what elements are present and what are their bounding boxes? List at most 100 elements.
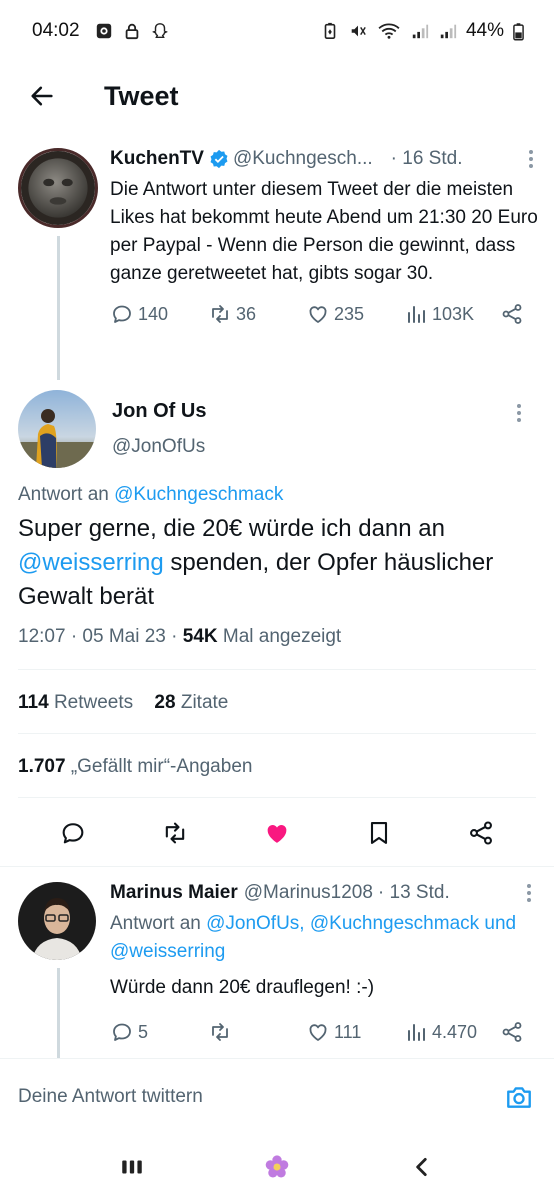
reply-count: 5 — [138, 1021, 149, 1042]
retweet-icon — [212, 305, 228, 323]
app-header: Tweet — [0, 62, 554, 130]
share-icon — [502, 1022, 522, 1042]
avatar[interactable] — [18, 390, 96, 468]
replying-to: Antwort an @JonOfUs, @Kuchngeschmack und… — [110, 910, 538, 966]
replying-to-handle[interactable]: @Kuchngeschmack — [310, 913, 479, 934]
camera-button[interactable] — [502, 1080, 536, 1114]
battery-icon — [512, 21, 524, 41]
signal-2-icon — [438, 21, 458, 41]
recents-icon — [122, 1160, 143, 1174]
system-navigation-bar — [0, 1134, 554, 1200]
mute-icon — [348, 21, 368, 41]
reply-button[interactable]: 5 — [110, 1020, 208, 1044]
like-button[interactable] — [257, 813, 297, 853]
thread-line — [57, 236, 60, 380]
avatar[interactable] — [18, 882, 96, 960]
thread-line — [57, 968, 60, 1058]
replying-to-label: Antwort an — [18, 484, 109, 505]
more-options-icon[interactable] — [510, 404, 528, 422]
reply-icon — [113, 305, 131, 323]
author-handle[interactable]: @Marinus1208 — [244, 882, 373, 904]
likes-label: „Gefällt mir“-Angaben — [70, 756, 253, 777]
replying-to-handle[interactable]: @weisserring — [110, 941, 225, 962]
tweet-time[interactable]: · 13 Std. — [378, 882, 450, 904]
quotes-stat[interactable]: 28 Zitate — [154, 692, 228, 713]
back-nav-button[interactable] — [400, 1145, 444, 1189]
share-button[interactable] — [500, 302, 524, 326]
share-button[interactable] — [461, 813, 501, 853]
battery-percent: 44% — [465, 20, 504, 41]
more-options-icon[interactable] — [520, 884, 538, 902]
flower-home-icon — [265, 1155, 289, 1178]
status-bar: 04:02 44% — [0, 0, 554, 62]
retweet-button[interactable] — [208, 1020, 306, 1044]
retweet-count: 36 — [236, 303, 257, 324]
mention-link[interactable]: @weisserring — [18, 549, 164, 576]
reply-count: 140 — [138, 303, 169, 324]
recents-button[interactable] — [110, 1145, 154, 1189]
heart-filled-icon — [267, 825, 287, 843]
bar-chart-icon — [408, 1024, 425, 1041]
reply-button[interactable] — [53, 813, 93, 853]
more-options-icon[interactable] — [522, 150, 540, 168]
battery-saver-icon — [320, 21, 340, 41]
home-button[interactable] — [255, 1145, 299, 1189]
like-button[interactable]: 111 — [306, 1020, 404, 1044]
retweet-quote-stats: 114 Retweets 28 Zitate — [18, 692, 228, 714]
back-button[interactable] — [20, 74, 64, 118]
arrow-left-icon — [31, 86, 53, 106]
notification-app-icon — [94, 21, 114, 41]
avatar[interactable] — [18, 148, 98, 228]
status-time: 04:02 — [32, 20, 80, 41]
camera-icon — [507, 1086, 531, 1108]
retweet-button[interactable]: 36 — [208, 302, 306, 326]
author-handle[interactable]: @JonOfUs — [112, 436, 205, 458]
retweet-button[interactable] — [155, 813, 195, 853]
tweet-time[interactable]: · 16 Std. — [391, 148, 463, 170]
tweet-text-part1: Super gerne, die 20€ würde ich dann an — [18, 515, 445, 542]
like-count: 111 — [334, 1021, 362, 1042]
views-button[interactable]: 4.470 — [404, 1020, 500, 1044]
divider — [0, 866, 554, 867]
replying-to: Antwort an @Kuchngeschmack — [18, 484, 283, 506]
likes-stat[interactable]: 1.707 „Gefällt mir“-Angaben — [18, 756, 252, 778]
retweet-icon — [212, 1023, 228, 1041]
timestamp-date[interactable]: 12:07 · 05 Mai 23 · — [18, 626, 183, 647]
page-title: Tweet — [104, 80, 179, 111]
heart-icon — [309, 1024, 327, 1041]
quotes-count: 28 — [154, 692, 176, 713]
author-name[interactable]: Marinus Maier — [110, 882, 238, 904]
reply-input[interactable]: Deine Antwort twittern — [18, 1086, 502, 1108]
views-button[interactable]: 103K — [404, 302, 500, 326]
reply-tweet[interactable]: Marinus Maier @Marinus1208 · 13 Std. Ant… — [0, 868, 554, 1058]
view-count: 103K — [432, 303, 475, 324]
share-icon — [470, 821, 492, 845]
like-button[interactable]: 235 — [306, 302, 404, 326]
bookmark-icon — [370, 822, 388, 844]
bookmark-button[interactable] — [359, 813, 399, 853]
tweet-text: Würde dann 20€ drauflegen! :-) — [110, 977, 375, 998]
views-count: 54K — [182, 626, 218, 647]
author-name[interactable]: KuchenTV — [110, 148, 204, 170]
replying-to-handle[interactable]: @Kuchngeschmack — [114, 484, 283, 505]
replying-to-label: Antwort an — [110, 913, 201, 934]
author-handle[interactable]: @Kuchngesch... — [233, 148, 373, 170]
tweet-text: Die Antwort unter diesem Tweet der die m… — [110, 179, 538, 284]
share-icon — [502, 304, 522, 324]
tweet-text: Super gerne, die 20€ würde ich dann an @… — [18, 512, 538, 614]
tweet-timestamp: 12:07 · 05 Mai 23 · 54K Mal angezeigt — [18, 626, 341, 648]
reply-button[interactable]: 140 — [110, 302, 208, 326]
wifi-icon — [376, 21, 402, 41]
author-name[interactable]: Jon Of Us — [112, 400, 206, 423]
reply-icon — [113, 1023, 131, 1041]
snapchat-icon — [150, 21, 170, 41]
chevron-left-icon — [415, 1158, 427, 1176]
bar-chart-icon — [408, 306, 425, 323]
retweets-stat[interactable]: 114 Retweets — [18, 692, 133, 713]
parent-tweet[interactable]: KuchenTV @Kuchngesch... · 16 Std. Die An… — [0, 140, 554, 380]
likes-count: 1.707 — [18, 756, 66, 777]
reply-icon — [62, 823, 84, 844]
share-button[interactable] — [500, 1020, 524, 1044]
replying-to-handle[interactable]: @JonOfUs, — [206, 913, 304, 934]
divider — [18, 733, 536, 734]
